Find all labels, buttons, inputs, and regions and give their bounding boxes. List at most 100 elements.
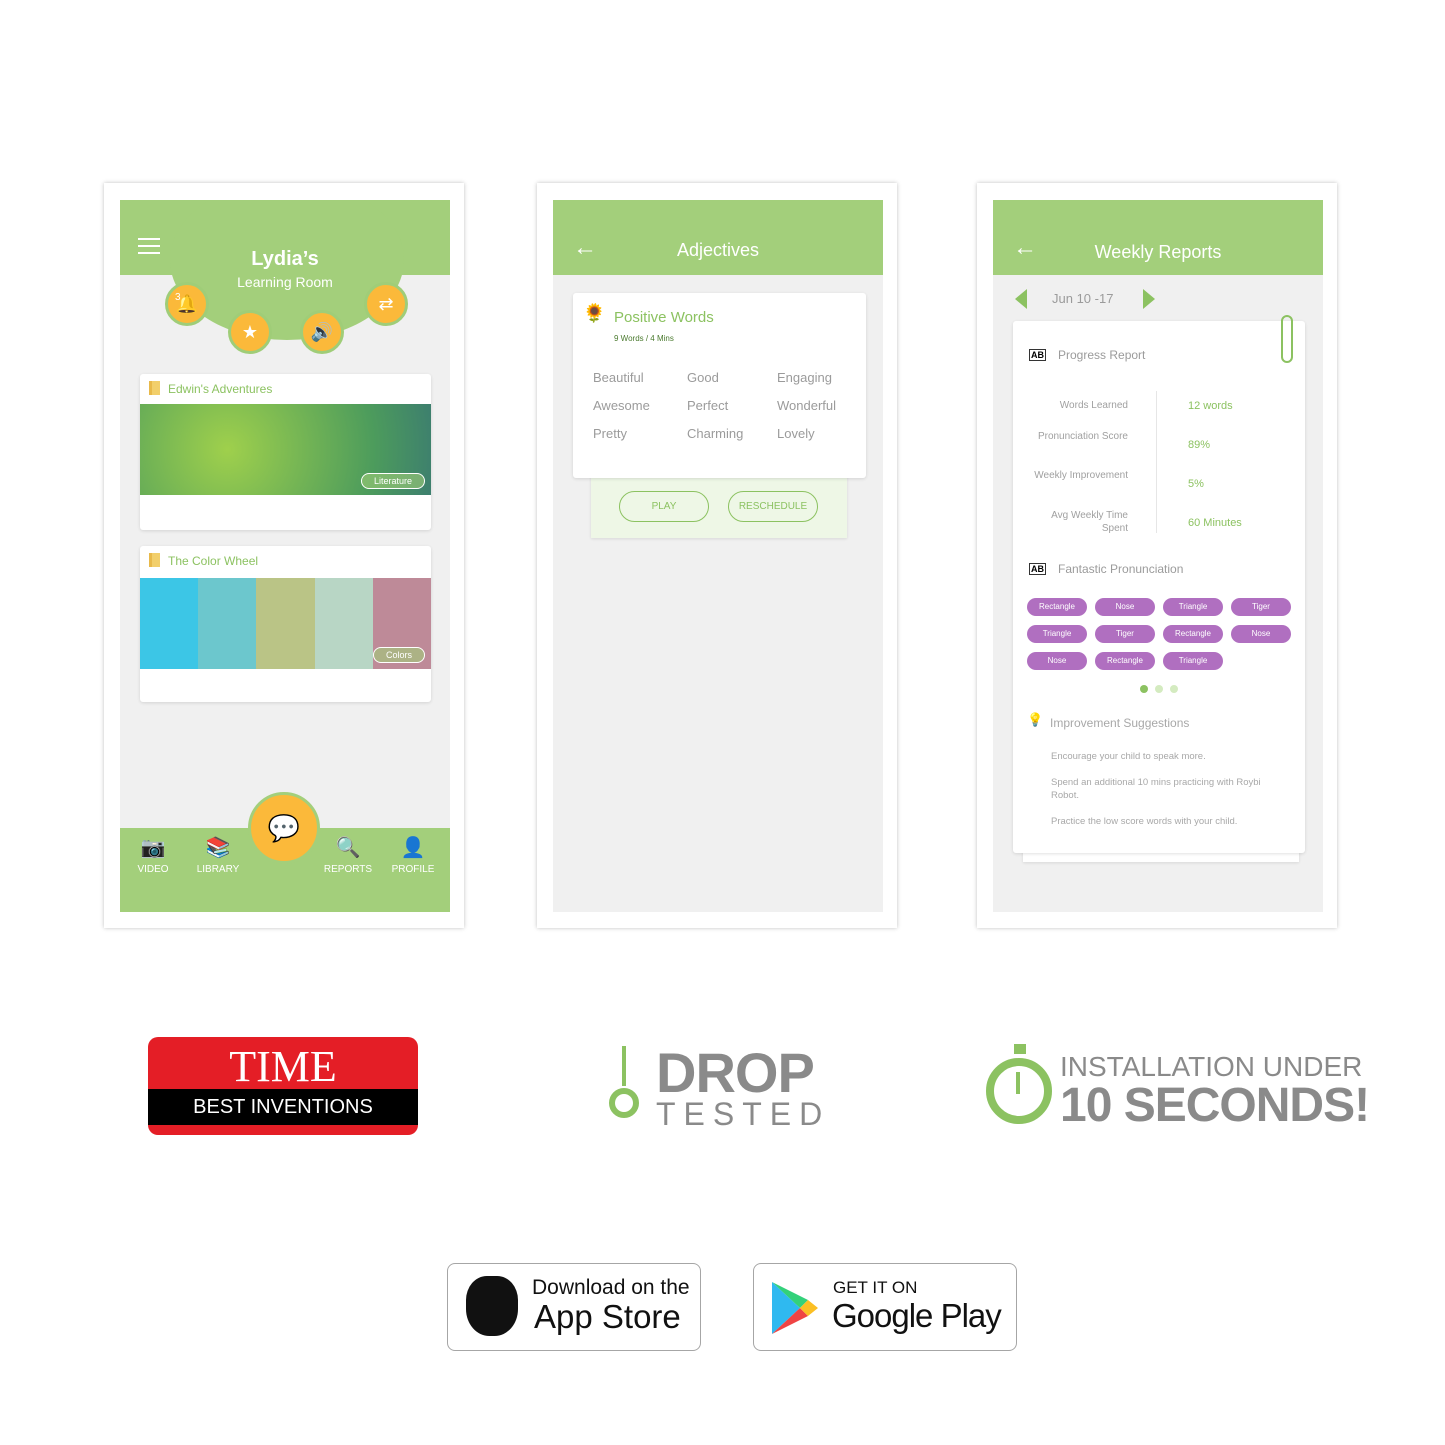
card-title: The Color Wheel xyxy=(168,554,259,568)
nav-profile[interactable]: 👤 PROFILE xyxy=(383,836,443,875)
room-owner: Lydia’s xyxy=(251,248,319,270)
word-pill[interactable]: Nose xyxy=(1231,625,1291,643)
app-store-button[interactable]: Download on the App Store xyxy=(447,1263,701,1351)
notification-count: 3 xyxy=(175,292,181,303)
word-pill[interactable]: Rectangle xyxy=(1163,625,1223,643)
card-title: Positive Words xyxy=(614,309,714,326)
nav-library[interactable]: 📚 LIBRARY xyxy=(188,836,248,875)
reports-screen: ← Weekly Reports Jun 10 -17 AB Progress … xyxy=(993,200,1323,912)
word-pill[interactable]: Rectangle xyxy=(1027,598,1087,616)
stat-value: 12 words xyxy=(1188,400,1233,412)
word-pill[interactable]: Triangle xyxy=(1163,598,1223,616)
action-panel: PLAY RESCHEDULE xyxy=(591,470,847,538)
nav-label: REPORTS xyxy=(323,864,373,875)
time-title: TIME xyxy=(229,1042,337,1091)
favorites-button[interactable]: ★ xyxy=(228,310,272,354)
books-icon: 📚 xyxy=(205,837,231,859)
suggestion: Practice the low score words with your c… xyxy=(1051,816,1238,827)
word-item[interactable]: Awesome xyxy=(593,398,650,413)
content-card[interactable]: The Color Wheel Colors xyxy=(140,546,432,702)
seconds-text: 10 SECONDS! xyxy=(1060,1079,1370,1132)
adjectives-header: ← Adjectives xyxy=(553,200,883,275)
swap-arrows-icon: ⇄ xyxy=(378,294,394,314)
card-title: Edwin's Adventures xyxy=(168,382,273,396)
color-swatch xyxy=(198,578,257,669)
word-pill[interactable]: Tiger xyxy=(1231,598,1291,616)
translate-center-button[interactable]: 💬 xyxy=(248,792,320,864)
word-item[interactable]: Charming xyxy=(687,426,743,441)
stopwatch-icon xyxy=(986,1044,1052,1124)
google-play-button[interactable]: GET IT ON Google Play xyxy=(753,1263,1017,1351)
time-subtitle: BEST INVENTIONS xyxy=(148,1089,418,1125)
color-swatch xyxy=(314,578,373,669)
google-play-logo-icon xyxy=(772,1282,818,1334)
word-pill[interactable]: Nose xyxy=(1095,598,1155,616)
reschedule-button[interactable]: RESCHEDULE xyxy=(728,491,818,522)
book-icon xyxy=(149,381,160,395)
paperclip-icon xyxy=(1281,315,1293,363)
word-item[interactable]: Wonderful xyxy=(777,398,836,413)
divider xyxy=(1156,391,1157,533)
word-item[interactable]: Pretty xyxy=(593,426,627,441)
carousel-dot[interactable] xyxy=(1155,685,1163,693)
word-item[interactable]: Lovely xyxy=(777,426,815,441)
suggestion: Spend an additional 10 mins practicing w… xyxy=(1051,777,1261,801)
time-best-inventions-badge: TIME BEST INVENTIONS xyxy=(148,1037,418,1135)
report-magnifier-icon: 🔍 xyxy=(335,837,361,859)
phone-frame-adjectives: ← Adjectives PLAY RESCHEDULE 🌻 Positive … xyxy=(537,183,897,928)
play-button[interactable]: PLAY xyxy=(619,491,709,522)
word-item[interactable]: Good xyxy=(687,370,719,385)
word-pill[interactable]: Triangle xyxy=(1163,652,1223,670)
prev-week-arrow[interactable] xyxy=(1015,289,1027,309)
google-big-text: Google Play xyxy=(832,1297,1002,1334)
sound-button[interactable]: 🔊 xyxy=(300,310,344,354)
phone-frame-home: Lydia’s Learning Room 3 🔔 ★ 🔊 ⇄ Edwin's A… xyxy=(104,183,464,928)
word-pill[interactable]: Tiger xyxy=(1095,625,1155,643)
report-card: AB Progress Report Words Learned 12 words… xyxy=(1013,315,1305,853)
nav-label: LIBRARY xyxy=(196,864,240,875)
carousel-dot-active[interactable] xyxy=(1140,685,1148,693)
flower-icon: 🌻 xyxy=(583,303,606,323)
date-range: Jun 10 -17 xyxy=(1052,291,1114,306)
word-item[interactable]: Beautiful xyxy=(593,370,644,385)
book-icon xyxy=(149,553,160,567)
word-item[interactable]: Perfect xyxy=(687,398,728,413)
switch-button[interactable]: ⇄ xyxy=(364,282,408,326)
stat-value: 89% xyxy=(1188,439,1211,451)
section-title: Improvement Suggestions xyxy=(1050,716,1190,730)
next-week-arrow[interactable] xyxy=(1143,289,1155,309)
profile-icon: 👤 xyxy=(400,837,426,859)
ab-blocks-icon: AB xyxy=(1029,349,1046,361)
suggestion: Encourage your child to speak more. xyxy=(1051,751,1206,762)
reports-header: ← Weekly Reports xyxy=(993,200,1323,275)
google-small-text: GET IT ON xyxy=(833,1278,918,1297)
stat-value: 5% xyxy=(1188,478,1204,490)
screen-title: Weekly Reports xyxy=(1094,242,1222,262)
apple-big-text: App Store xyxy=(534,1298,681,1335)
category-tag[interactable]: Literature xyxy=(360,473,425,489)
stat-label: Avg Weekly Time Spent xyxy=(1051,510,1128,534)
star-book-icon: ★ xyxy=(241,322,259,342)
drop-icon xyxy=(606,1046,642,1130)
word-pill[interactable]: Rectangle xyxy=(1095,652,1155,670)
carousel-dot[interactable] xyxy=(1170,685,1178,693)
camera-icon: 📷 xyxy=(140,837,166,859)
word-pill[interactable]: Triangle xyxy=(1027,625,1087,643)
nav-reports[interactable]: 🔍 REPORTS xyxy=(318,836,378,875)
category-tag[interactable]: Colors xyxy=(372,647,425,663)
apple-logo-icon xyxy=(466,1276,518,1336)
word-item[interactable]: Engaging xyxy=(777,370,832,385)
tested-text: TESTED xyxy=(656,1096,831,1132)
content-card[interactable]: Edwin's Adventures Literature xyxy=(140,374,431,530)
lightbulb-icon: 💡 xyxy=(1027,712,1044,727)
screen-title: Adjectives xyxy=(676,240,760,260)
section-title: Fantastic Pronunciation xyxy=(1058,562,1184,576)
nav-video[interactable]: 📷 VIDEO xyxy=(123,836,183,875)
nav-label: PROFILE xyxy=(391,864,435,875)
adjectives-screen: ← Adjectives PLAY RESCHEDULE 🌻 Positive … xyxy=(553,200,883,912)
apple-small-text: Download on the xyxy=(532,1276,690,1299)
stat-label: Pronunciation Score xyxy=(1037,431,1128,442)
word-pill[interactable]: Nose xyxy=(1027,652,1087,670)
speaker-icon: 🔊 xyxy=(310,322,334,342)
notifications-button[interactable]: 3 🔔 xyxy=(165,282,209,326)
